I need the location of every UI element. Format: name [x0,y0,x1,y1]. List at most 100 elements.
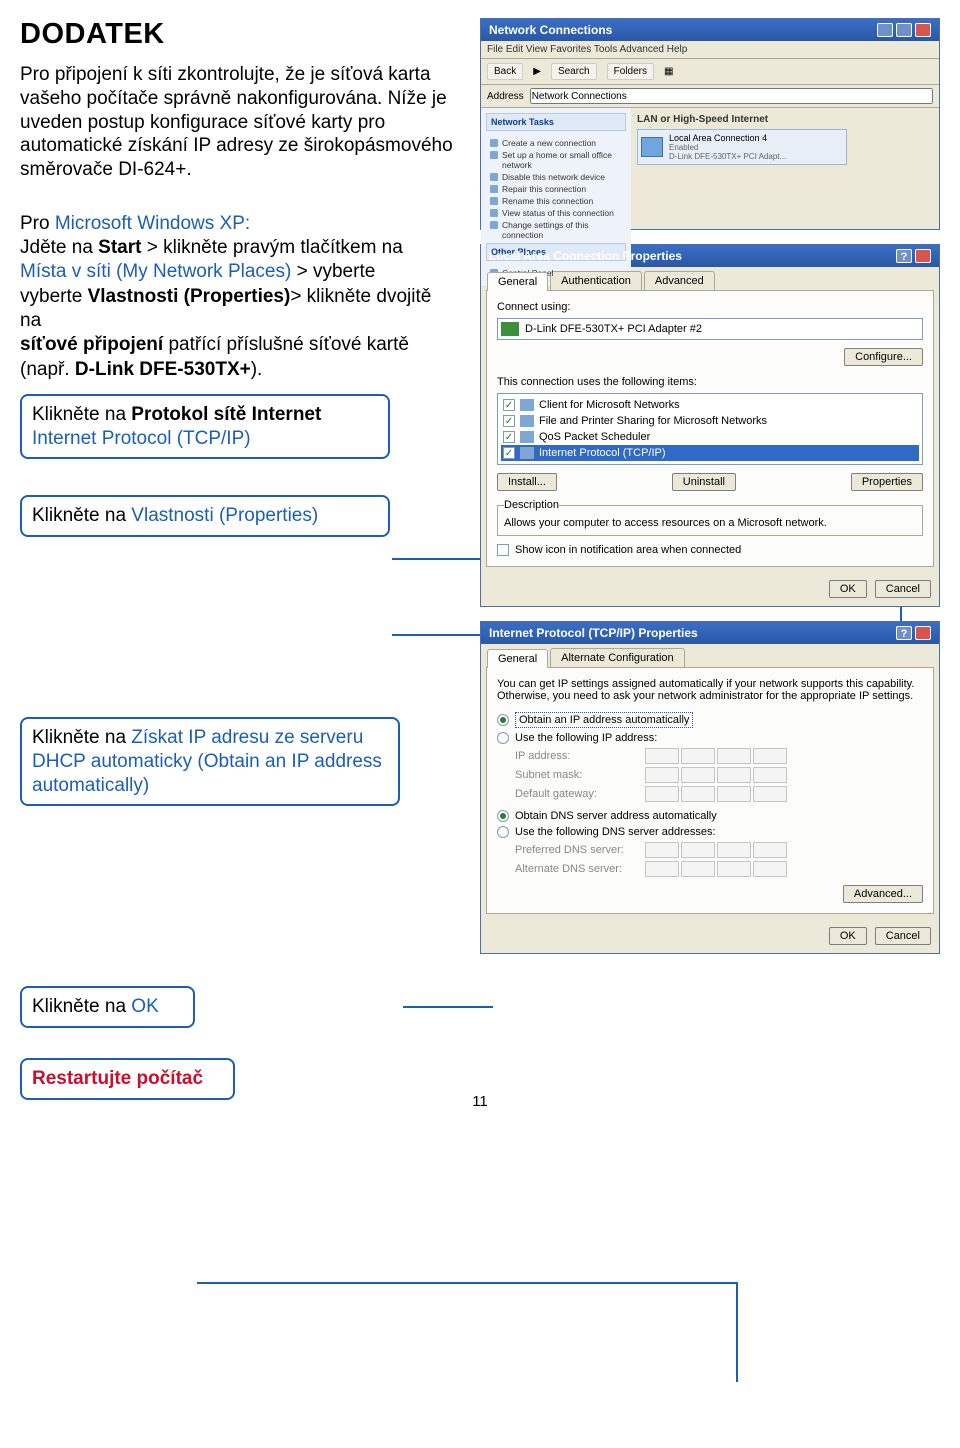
titlebar[interactable]: Network Connections [481,19,939,41]
ip-cell [645,748,679,764]
task-item[interactable]: Rename this connection [490,195,622,207]
ip-cell [753,786,787,802]
tcpip-properties-dialog: Internet Protocol (TCP/IP) Properties ? … [480,621,940,954]
lac-properties-dialog: Local Area Connection Properties ? Gener… [480,244,940,607]
group-header: LAN or High-Speed Internet [637,114,933,125]
description-fieldset: Description Allows your computer to acce… [497,499,923,536]
minimize-icon[interactable] [877,23,893,37]
tab-general[interactable]: General [487,272,548,291]
toolbar[interactable]: Back ▶ Search Folders ▦ [481,59,939,85]
cancel-button[interactable]: Cancel [875,927,931,945]
task-item[interactable]: Change settings of this connection [490,219,622,241]
txt: Jděte na [20,237,98,258]
address-label: Address [487,91,524,102]
txt: Klikněte na [32,505,131,526]
show-icon-label: Show icon in notification area when conn… [515,544,741,556]
tab-general[interactable]: General [487,649,548,668]
connection-item[interactable]: Local Area Connection 4 Enabled D-Link D… [637,129,847,165]
checkbox-icon[interactable] [497,544,509,556]
network-connections-window: Network Connections File Edit View Favor… [480,18,940,230]
ip-cell [717,786,751,802]
close-icon[interactable] [915,23,931,37]
adapter-name: D-Link DFE-530TX+ [75,359,251,380]
task-item[interactable]: Repair this connection [490,183,622,195]
ip-cell [645,842,679,858]
tcpip-description: You can get IP settings assigned automat… [497,678,923,702]
uninstall-button[interactable]: Uninstall [672,473,736,491]
task-item[interactable]: Disable this network device [490,171,622,183]
close-icon[interactable] [915,626,931,640]
advanced-button[interactable]: Advanced... [843,885,923,903]
task-item[interactable]: Set up a home or small office network [490,149,622,171]
adns-label: Alternate DNS server: [515,863,645,875]
description-legend: Description [504,499,559,511]
adapter-text: D-Link DFE-530TX+ PCI Adapter #2 [525,323,702,335]
start-menu: Start [98,237,141,258]
back-button[interactable]: Back [487,63,523,80]
ok-button[interactable]: OK [829,927,867,945]
window-title: Network Connections [489,23,612,37]
ip-cell [753,842,787,858]
folders-button[interactable]: Folders [607,63,654,80]
help-icon[interactable]: ? [896,626,912,640]
ip-cell [681,767,715,783]
ok-link: OK [131,996,158,1017]
txt: ). [251,359,263,380]
use-ip-label: Use the following IP address: [515,732,657,744]
callout-obtain-ip: Klikněte na Získat IP adresu ze serveru … [20,717,400,806]
help-icon[interactable]: ? [896,249,912,263]
ip-cell [753,748,787,764]
titlebar[interactable]: Internet Protocol (TCP/IP) Properties ? [481,622,939,644]
close-icon[interactable] [915,249,931,263]
properties-link: Vlastnosti (Properties) [131,505,318,526]
os-name: Microsoft Windows XP: [55,213,250,234]
tab-advanced[interactable]: Advanced [644,271,715,290]
connection-name: Local Area Connection 4 [669,133,786,143]
ip-cell [717,748,751,764]
cancel-button[interactable]: Cancel [875,580,931,598]
radio-use-ip[interactable] [497,732,509,744]
pdns-label: Preferred DNS server: [515,844,645,856]
connection-icon [641,137,663,157]
list-item-tcpip[interactable]: Internet Protocol (TCP/IP) [539,447,666,459]
install-button[interactable]: Install... [497,473,557,491]
txt: Klikněte na [32,727,131,748]
properties-button[interactable]: Properties [851,473,923,491]
address-input[interactable] [530,88,933,104]
list-item[interactable]: QoS Packet Scheduler [539,431,650,443]
checkbox-icon[interactable]: ✓ [503,447,515,459]
service-icon [520,415,534,427]
checkbox-icon[interactable]: ✓ [503,399,515,411]
list-item[interactable]: Client for Microsoft Networks [539,399,680,411]
ip-cell [681,748,715,764]
items-list[interactable]: ✓ Client for Microsoft Networks ✓ File and… [497,393,923,465]
configure-button[interactable]: Configure... [844,348,923,366]
views-icon[interactable]: ▦ [664,66,673,77]
radio-use-dns[interactable] [497,826,509,838]
txt: > klikněte pravým tlačítkem na [141,237,402,258]
ip-cell [645,786,679,802]
radio-obtain-dns[interactable] [497,810,509,822]
ip-cell [681,861,715,877]
obtain-ip-label: Obtain an IP address automatically [515,712,693,728]
intro-paragraph: Pro připojení k síti zkontrolujte, že je… [20,63,470,182]
ip-cell [753,767,787,783]
maximize-icon[interactable] [896,23,912,37]
nic-icon [501,322,519,336]
tab-alternate[interactable]: Alternate Configuration [550,648,685,667]
ip-cell [681,786,715,802]
radio-obtain-ip[interactable] [497,714,509,726]
ip-cell [717,767,751,783]
task-item[interactable]: View status of this connection [490,207,622,219]
checkbox-icon[interactable]: ✓ [503,431,515,443]
network-tasks-panel: Network Tasks [486,113,626,131]
search-button[interactable]: Search [551,63,597,80]
checkbox-icon[interactable]: ✓ [503,415,515,427]
task-item[interactable]: Create a new connection [490,137,622,149]
connect-using-label: Connect using: [497,301,923,313]
list-item[interactable]: File and Printer Sharing for Microsoft N… [539,415,767,427]
forward-icon[interactable]: ▶ [533,66,541,77]
ok-button[interactable]: OK [829,580,867,598]
menu-bar[interactable]: File Edit View Favorites Tools Advanced … [481,41,939,59]
gateway-label: Default gateway: [515,788,645,800]
